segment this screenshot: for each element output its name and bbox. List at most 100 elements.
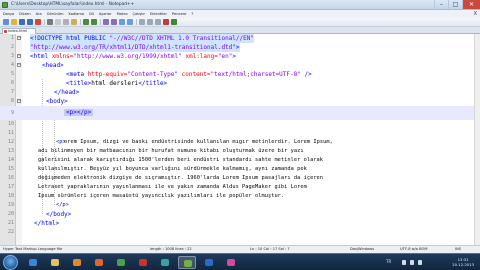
code-line: 2 "http://www.w3.org/TR/xhtml1/DTD/xhtml… [0, 43, 480, 52]
system-tray: TR 13:31 20.12.2013 [386, 256, 476, 269]
replace-icon[interactable] [111, 19, 117, 25]
sync-icon[interactable] [139, 19, 145, 25]
undo-icon[interactable] [83, 19, 89, 25]
code-editor[interactable]: 1 − <!DOCTYPE html PUBLIC "-//W3C//DTD X… [0, 34, 480, 245]
code-line: 6 <title>html dersleri</title> [0, 79, 480, 88]
maximize-button[interactable]: □ [448, 0, 462, 9]
copy-icon[interactable] [63, 19, 69, 25]
line-number: 3 [10, 53, 14, 59]
zoom-out-icon[interactable] [127, 19, 133, 25]
line-number: 18 [7, 193, 14, 199]
selected-text[interactable]: <p></p> [64, 109, 94, 116]
redo-icon[interactable] [91, 19, 97, 25]
menu-search[interactable]: Ara [36, 12, 42, 16]
wrap-icon[interactable] [147, 19, 153, 25]
toolbar-separator [136, 19, 137, 25]
vertical-scrollbar[interactable] [474, 34, 480, 245]
taskbar-button-firefox[interactable] [90, 256, 108, 269]
menu-macro[interactable]: Makro [117, 12, 128, 16]
line-number: 11 [7, 130, 14, 136]
macro-record-icon[interactable] [163, 19, 169, 25]
line-number: 13 [7, 148, 14, 154]
line-number: 9 [10, 110, 14, 116]
taskbar-button-opera[interactable] [134, 256, 152, 269]
zoom-in-icon[interactable] [119, 19, 125, 25]
volume-icon[interactable] [410, 260, 414, 265]
menu-bar: Dosya Düzen Ara Görünüm Kodlama Dil Ayar… [0, 10, 480, 18]
doctype-url-line: "http://www.w3.org/TR/xhtml1/DTD/xhtml1-… [30, 43, 240, 52]
paint-icon [227, 259, 235, 266]
open-file-icon[interactable] [11, 19, 17, 25]
network-icon[interactable] [402, 260, 406, 265]
menu-run[interactable]: Çalıştır [133, 12, 145, 16]
menu-file[interactable]: Dosya [3, 12, 14, 16]
menu-edit[interactable]: Düzen [19, 12, 30, 16]
taskbar-button-explorer[interactable] [46, 256, 64, 269]
taskbar-button-media-player[interactable] [68, 256, 86, 269]
toolbar-separator [44, 19, 45, 25]
fold-toggle-icon[interactable]: − [17, 63, 21, 67]
line-number: 14 [7, 157, 14, 163]
clock-date: 20.12.2013 [452, 262, 474, 267]
menu-language[interactable]: Dil [89, 12, 94, 16]
code-line: 5 <meta http-equiv="Content-Type" conten… [0, 70, 480, 79]
status-encoding: UTF-8 w/o BOM [400, 247, 428, 251]
close-icon[interactable] [35, 19, 41, 25]
fold-toggle-icon[interactable]: − [17, 36, 21, 40]
lorem-line: galerisini alarak karıştırdığı 1500'lerd… [38, 157, 324, 163]
menu-plugins[interactable]: Eklentiler [150, 12, 167, 16]
taskbar-button-dreamweaver[interactable] [156, 256, 174, 269]
code-line: 4 − <head> [0, 61, 480, 70]
line-number: 7 [10, 89, 14, 95]
code-line: 7 </head> [0, 88, 480, 97]
html-open-line: <html xmlns="http://www.w3.org/1999/xhtm… [30, 53, 236, 60]
title-line: <title>html dersleri</title> [66, 80, 168, 87]
dreamweaver-icon [161, 259, 169, 266]
line-number: 12 [7, 139, 14, 145]
tab-label: index.html [8, 29, 28, 33]
minimize-button[interactable]: – [434, 0, 448, 9]
find-icon[interactable] [103, 19, 109, 25]
ie-icon [29, 259, 37, 266]
macro-play-icon[interactable] [171, 19, 177, 25]
toolbar-separator [80, 19, 81, 25]
close-doc-icon[interactable]: X [474, 10, 477, 18]
taskbar-button-chrome[interactable] [112, 256, 130, 269]
print-icon[interactable] [47, 19, 53, 25]
code-line: 22 [0, 228, 480, 237]
close-button[interactable]: ✕ [462, 0, 480, 9]
taskbar-button-ie[interactable] [24, 256, 42, 269]
taskbar-button-paint[interactable] [222, 256, 240, 269]
menu-window[interactable]: Pencere [172, 12, 186, 16]
paste-icon[interactable] [71, 19, 77, 25]
code-line: 10 [0, 120, 480, 129]
menu-view[interactable]: Görünüm [47, 12, 64, 16]
menu-settings[interactable]: Ayarlar [99, 12, 112, 16]
save-all-icon[interactable] [27, 19, 33, 25]
paragraph-close-line: </p> [56, 202, 69, 208]
code-line: 8 − <body> [0, 97, 480, 106]
start-button[interactable] [3, 255, 18, 270]
language-indicator[interactable]: TR [386, 259, 391, 264]
status-bar: Hyper Text Markup Language file length :… [0, 245, 480, 253]
fold-toggle-icon[interactable]: − [17, 54, 21, 58]
selection-line: <p></p> [64, 106, 94, 120]
taskbar-button-notepadpp[interactable] [178, 256, 196, 269]
new-file-icon[interactable] [3, 19, 9, 25]
menu-encoding[interactable]: Kodlama [69, 12, 85, 16]
indent-guide-icon[interactable] [155, 19, 161, 25]
status-mode: INS [455, 247, 462, 251]
fold-toggle-icon[interactable]: − [17, 99, 21, 103]
flag-icon[interactable] [418, 260, 422, 265]
code-line: 20 </body> [0, 210, 480, 219]
notepadpp-icon [184, 260, 192, 267]
clock[interactable]: 13:31 20.12.2013 [452, 257, 474, 267]
unsaved-file-icon [4, 30, 7, 33]
save-icon[interactable] [19, 19, 25, 25]
menu-help[interactable]: ? [191, 12, 193, 16]
status-position: Ln : 10 Col : 17 Sel : 7 [250, 247, 290, 251]
taskbar-button-photoshop[interactable] [200, 256, 218, 269]
line-number: 2 [10, 44, 14, 50]
photoshop-icon [205, 259, 213, 266]
cut-icon[interactable] [55, 19, 61, 25]
